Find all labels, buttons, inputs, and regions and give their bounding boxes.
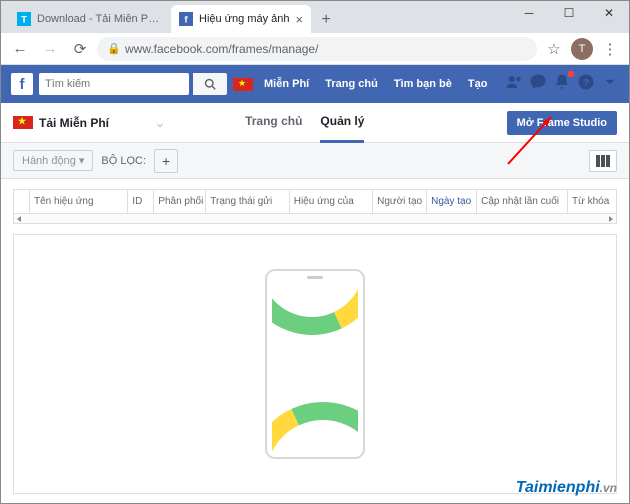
rainbow-frame-bottom (272, 381, 358, 452)
search-box[interactable] (39, 73, 189, 95)
tab-close-icon[interactable]: × (296, 12, 304, 27)
col-effect-of[interactable]: Hiệu ứng của (290, 190, 373, 213)
search-input[interactable] (45, 78, 183, 90)
menu-button[interactable]: ⋮ (597, 36, 623, 62)
action-dropdown[interactable]: Hành động ▾ (13, 150, 93, 171)
horizontal-scrollbar[interactable] (13, 214, 617, 224)
table-header: Tên hiệu ứng ID Phân phối Trạng thái gửi… (13, 189, 617, 214)
add-filter-button[interactable]: + (154, 149, 178, 173)
page-name: Tải Miễn Phí (39, 116, 109, 130)
tab-manage[interactable]: Quản lý (320, 102, 364, 143)
vietnam-flag-icon (13, 116, 33, 129)
svg-text:T: T (21, 15, 27, 26)
chevron-down-icon: ⌄ (155, 116, 165, 130)
facebook-header: f Miễn Phí Trang chủ Tìm bạn bè Tạo ? (1, 65, 629, 103)
col-dist[interactable]: Phân phối (154, 190, 206, 213)
col-created[interactable]: Ngày tạo (427, 190, 477, 213)
search-button[interactable] (193, 73, 227, 95)
dropdown-icon[interactable] (601, 73, 619, 96)
col-name[interactable]: Tên hiệu ứng (30, 190, 128, 213)
star-button[interactable]: ☆ (541, 36, 567, 62)
nav-home[interactable]: Trang chủ (320, 78, 383, 90)
col-status[interactable]: Trạng thái gửi (206, 190, 289, 213)
col-keyword[interactable]: Từ khóa (568, 190, 616, 213)
col-creator[interactable]: Người tạo (373, 190, 427, 213)
browser-tab-2[interactable]: f Hiệu ứng máy ảnh × (171, 5, 311, 33)
view-toggle-button[interactable] (589, 150, 617, 172)
tab-favicon-t: T (17, 12, 31, 26)
page-subheader: Tải Miễn Phí ⌄ Trang chủ Quản lý Mở Fram… (1, 103, 629, 143)
maximize-button[interactable]: ☐ (549, 1, 589, 25)
back-button[interactable]: ← (7, 36, 33, 62)
browser-tab-1[interactable]: T Download - Tải Miễn Phí VN - Ph (9, 5, 169, 33)
page-selector[interactable]: Tải Miễn Phí ⌄ (13, 116, 165, 130)
reload-button[interactable]: ⟳ (67, 36, 93, 62)
tab-title: Download - Tải Miễn Phí VN - Ph (37, 13, 161, 25)
tab-favicon-fb: f (179, 12, 193, 26)
browser-toolbar: ← → ⟳ 🔒 www.facebook.com/frames/manage/ … (1, 33, 629, 65)
nav-mienphi[interactable]: Miễn Phí (259, 78, 314, 90)
columns-icon (596, 155, 610, 167)
svg-text:?: ? (583, 77, 589, 88)
nav-find-friends[interactable]: Tìm bạn bè (389, 78, 457, 90)
header-icons: ? (505, 73, 619, 96)
col-checkbox[interactable] (14, 190, 30, 213)
lock-icon: 🔒 (107, 42, 119, 55)
open-frame-studio-button[interactable]: Mở Frame Studio (507, 111, 617, 135)
tab-home[interactable]: Trang chủ (245, 102, 302, 143)
window-controls: ─ ☐ ✕ (509, 1, 629, 33)
col-id[interactable]: ID (128, 190, 154, 213)
minimize-button[interactable]: ─ (509, 1, 549, 25)
col-updated[interactable]: Cập nhật lần cuối (477, 190, 568, 213)
forward-button[interactable]: → (37, 36, 63, 62)
help-icon[interactable]: ? (577, 73, 595, 96)
vietnam-flag-icon (233, 78, 253, 91)
search-icon (204, 78, 216, 90)
profile-avatar[interactable]: T (571, 38, 593, 60)
friend-requests-icon[interactable] (505, 73, 523, 96)
messenger-icon[interactable] (529, 73, 547, 96)
phone-mockup (265, 269, 365, 459)
browser-titlebar: T Download - Tải Miễn Phí VN - Ph f Hiệu… (1, 1, 629, 33)
phone-screen (272, 285, 358, 452)
preview-area (13, 234, 617, 494)
facebook-logo[interactable]: f (11, 73, 33, 95)
filter-bar: Hành động ▾ BỘ LỌC: + (1, 143, 629, 179)
notifications-icon[interactable] (553, 73, 571, 96)
subtabs: Trang chủ Quản lý (245, 102, 364, 143)
address-bar[interactable]: 🔒 www.facebook.com/frames/manage/ (97, 37, 537, 61)
tab-title: Hiệu ứng máy ảnh (199, 13, 290, 25)
new-tab-button[interactable]: + (313, 7, 339, 33)
rainbow-frame-top (272, 285, 358, 355)
url-text: www.facebook.com/frames/manage/ (125, 42, 318, 56)
nav-create[interactable]: Tạo (463, 78, 493, 90)
close-button[interactable]: ✕ (589, 1, 629, 25)
filter-label: BỘ LỌC: (101, 155, 146, 167)
